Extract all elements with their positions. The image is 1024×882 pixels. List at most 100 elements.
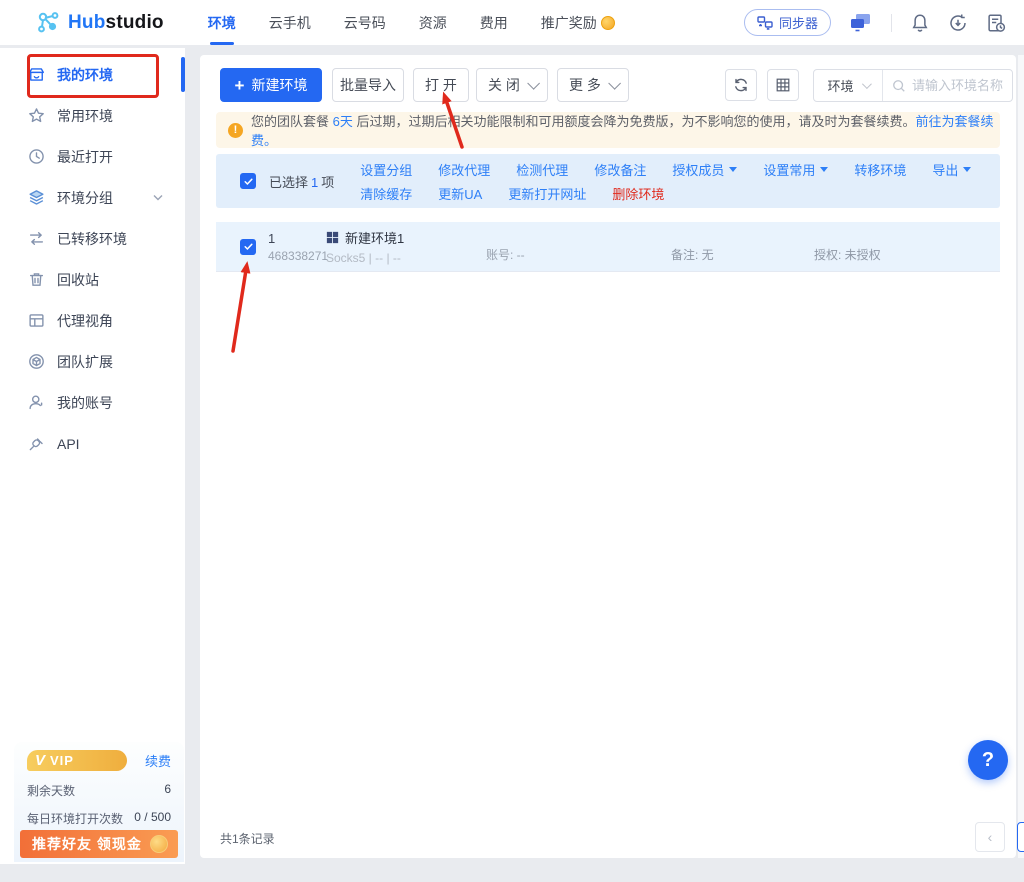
- remaining-days-row: 剩余天数 6: [27, 782, 171, 799]
- action-edit-remark[interactable]: 修改备注: [594, 160, 646, 179]
- nav-tab-promotion[interactable]: 推广奖励: [541, 13, 615, 33]
- action-transfer-environment[interactable]: 转移环境: [854, 160, 906, 179]
- sidebar-item-team-expansion[interactable]: 团队扩展: [0, 341, 185, 382]
- user-icon: [28, 394, 45, 411]
- help-button[interactable]: ?: [968, 740, 1008, 780]
- action-update-ua[interactable]: 更新UA: [438, 184, 482, 203]
- selection-actions: 设置分组 修改代理 检测代理 修改备注 授权成员 设置常用 转移环境 导出 清除…: [360, 160, 971, 203]
- row-index-cell: 1 468338271: [268, 231, 326, 263]
- environment-grid-icon: [326, 231, 339, 244]
- environment-search-input[interactable]: [912, 78, 1012, 93]
- environment-name: 新建环境1: [345, 228, 404, 247]
- trash-icon: [28, 271, 45, 288]
- warning-icon: !: [228, 123, 243, 138]
- top-header: Hubstudio 环境 云手机 云号码 资源 费用 推广奖励 同步器: [0, 0, 1024, 45]
- synchronizer-button[interactable]: 同步器: [744, 9, 831, 36]
- action-update-open-url[interactable]: 更新打开网址: [508, 184, 586, 203]
- search-filter-group: 环境: [813, 69, 1013, 102]
- vip-badge: V VIP: [27, 750, 127, 771]
- pagination-prev-button[interactable]: ‹: [975, 822, 1005, 852]
- sidebar-item-my-account[interactable]: 我的账号: [0, 382, 185, 423]
- coin-icon: [150, 835, 168, 853]
- row-checkbox[interactable]: [240, 239, 256, 255]
- more-dropdown-button[interactable]: 更 多: [557, 68, 629, 102]
- check-icon: [243, 241, 254, 252]
- synchronizer-label: 同步器: [779, 13, 818, 32]
- caret-down-icon: [820, 167, 828, 172]
- plan-expiry-alert: ! 您的团队套餐 6天 后过期，过期后相关功能限制和可用额度会降为免费版，为不影…: [216, 112, 1000, 148]
- sidebar-item-label: API: [57, 436, 80, 452]
- sidebar-item-label: 我的账号: [57, 393, 113, 413]
- proxy-info: Socks5 | -- | --: [326, 251, 486, 265]
- update-sync-icon[interactable]: [948, 13, 968, 33]
- star-icon: [28, 107, 45, 124]
- action-authorize-members[interactable]: 授权成员: [672, 160, 737, 179]
- total-records: 共1条记录: [220, 830, 275, 847]
- header-divider: [891, 14, 892, 32]
- new-environment-label: 新建环境: [251, 75, 307, 95]
- sidebar-item-favorite-environments[interactable]: 常用环境: [0, 95, 185, 136]
- environment-row[interactable]: 1 468338271 新建环境1 Socks5 | -- | -- 账号: -…: [216, 222, 1000, 272]
- sidebar-item-label: 常用环境: [57, 106, 113, 126]
- open-label: 打 开: [425, 75, 457, 95]
- search-type-value: 环境: [827, 76, 853, 95]
- renew-link[interactable]: 续费: [145, 751, 171, 770]
- selected-count: 已选择1项: [269, 172, 334, 191]
- daily-opens-row: 每日环境打开次数 0 / 500: [27, 810, 171, 827]
- hubstudio-logo[interactable]: Hubstudio: [36, 10, 164, 36]
- sidebar-item-label: 最近打开: [57, 147, 113, 167]
- nav-tab-environment[interactable]: 环境: [208, 13, 236, 33]
- action-modify-proxy[interactable]: 修改代理: [438, 160, 490, 179]
- new-environment-button[interactable]: + 新建环境: [220, 68, 322, 102]
- authorization-info: 授权: 未授权: [814, 246, 881, 263]
- account-info: 账号: --: [486, 246, 671, 263]
- column-settings-button[interactable]: [767, 69, 799, 101]
- search-type-select[interactable]: 环境: [814, 70, 883, 101]
- clock-icon: [28, 148, 45, 165]
- cube-icon: [28, 353, 45, 370]
- action-set-favorite[interactable]: 设置常用: [763, 160, 828, 179]
- caret-down-icon: [963, 167, 971, 172]
- sidebar-item-proxy-view[interactable]: 代理视角: [0, 300, 185, 341]
- coin-badge-icon: [601, 16, 615, 30]
- sidebar-item-label: 代理视角: [57, 311, 113, 331]
- sidebar-item-recycle-bin[interactable]: 回收站: [0, 259, 185, 300]
- environment-list-panel: + 新建环境 批量导入 打 开 关 闭 更 多 环境: [200, 55, 1016, 858]
- window-manager-icon[interactable]: [849, 12, 873, 33]
- chevron-down-icon: [527, 77, 540, 90]
- action-set-group[interactable]: 设置分组: [360, 160, 412, 179]
- select-all-checkbox[interactable]: [240, 173, 256, 189]
- sidebar-item-transferred-environments[interactable]: 已转移环境: [0, 218, 185, 259]
- search-box: [883, 70, 1012, 101]
- plus-icon: +: [235, 77, 245, 94]
- header-actions: 同步器: [744, 9, 1006, 36]
- pagination-page-button[interactable]: [1017, 822, 1024, 852]
- sidebar-item-api[interactable]: API: [0, 423, 185, 464]
- refresh-button[interactable]: [725, 69, 757, 101]
- action-check-proxy[interactable]: 检测代理: [516, 160, 568, 179]
- nav-tab-billing[interactable]: 费用: [480, 13, 508, 33]
- action-delete-environment[interactable]: 删除环境: [612, 184, 664, 203]
- sidebar-item-environment-groups[interactable]: 环境分组: [0, 177, 185, 218]
- grid-icon: [775, 77, 791, 93]
- sidebar-item-label: 已转移环境: [57, 229, 127, 249]
- sidebar-item-recently-opened[interactable]: 最近打开: [0, 136, 185, 177]
- remaining-days-value: 6: [164, 782, 171, 799]
- sidebar: 我的环境 常用环境 最近打开: [0, 48, 185, 864]
- referral-banner[interactable]: 推荐好友 领现金: [20, 830, 178, 858]
- sidebar-item-my-environments[interactable]: 我的环境: [0, 54, 185, 95]
- logs-document-icon[interactable]: [986, 13, 1006, 33]
- close-dropdown-button[interactable]: 关 闭: [476, 68, 548, 102]
- action-export[interactable]: 导出: [932, 160, 971, 179]
- notifications-bell-icon[interactable]: [910, 13, 930, 33]
- nav-tab-cloud-phone[interactable]: 云手机: [269, 13, 311, 33]
- batch-import-button[interactable]: 批量导入: [332, 68, 404, 102]
- nav-tab-cloud-number[interactable]: 云号码: [344, 13, 386, 33]
- check-icon: [243, 176, 254, 187]
- storefront-icon: [28, 66, 45, 83]
- action-clear-cache[interactable]: 清除缓存: [360, 184, 412, 203]
- open-button[interactable]: 打 开: [413, 68, 469, 102]
- chevron-left-icon: ‹: [988, 829, 993, 845]
- environment-id: 468338271: [268, 249, 326, 263]
- nav-tab-resources[interactable]: 资源: [419, 13, 447, 33]
